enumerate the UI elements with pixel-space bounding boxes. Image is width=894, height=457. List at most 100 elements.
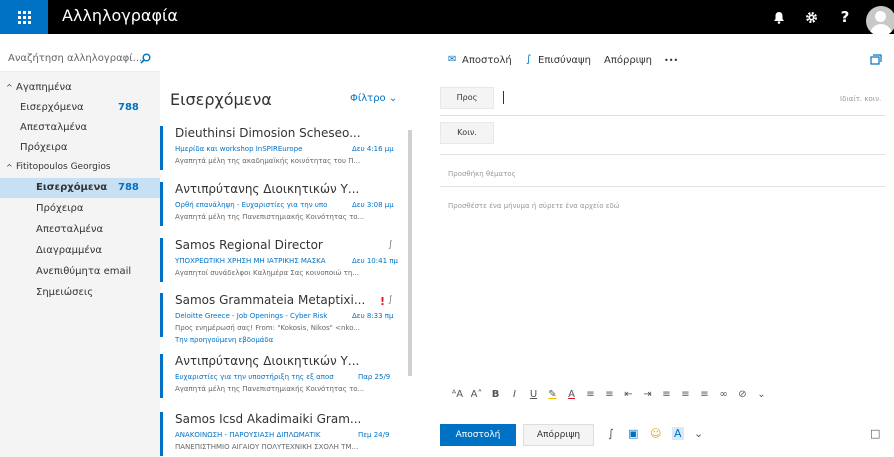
folder-junk[interactable]: Ανεπιθύμητα email	[0, 262, 160, 282]
command-discard[interactable]: Απόρριψη	[604, 55, 652, 66]
message-subject: ΑΝΑΚΟΙΝΩΣΗ - ΠΑΡΟΥΣΙΑΣΗ ΔΙΠΛΩΜΑΤΙΚ	[175, 431, 321, 439]
list-title: Εισερχόμενα	[170, 90, 272, 109]
discard-button[interactable]: Απόρριψη	[523, 424, 594, 446]
insert-picture-icon[interactable]: ▣	[628, 427, 638, 440]
format-text-icon[interactable]: A	[672, 427, 684, 440]
popout-icon[interactable]	[870, 54, 882, 65]
help-button[interactable]: ?	[830, 0, 860, 34]
send-icon: ✉	[448, 54, 457, 65]
align-right-icon[interactable]: ≡	[695, 389, 714, 407]
text-cursor	[503, 91, 504, 104]
folder-inbox[interactable]: Εισερχόμενα 788	[0, 178, 160, 198]
message-preview: Αγαπητά μέλη της ακαδημαϊκής κοινότητας …	[175, 157, 361, 165]
unread-indicator	[160, 412, 163, 456]
message-subject: Ορθή επανάληψη - Ευχαριστίες για την υπο	[175, 201, 328, 209]
search-input[interactable]: Αναζήτηση αλληλογραφί...	[8, 53, 142, 64]
message-time: Δευ 3:08 μμ	[352, 201, 394, 209]
search-icon[interactable]	[140, 53, 151, 64]
message-time: Δευ 8:33 πμ	[352, 312, 394, 320]
attach-icon: ∫	[526, 54, 532, 65]
message-subject: ΥΠΟΧΡΕΩΤΙΚΗ ΧΡΗΣΗ ΜΗ ΙΑΤΡΙΚΗΣ ΜΑΣΚΑ	[175, 257, 326, 265]
popout-draft-icon[interactable]: □	[870, 427, 880, 440]
to-button[interactable]: Προς	[440, 87, 494, 109]
scrollbar-thumb[interactable]	[408, 130, 412, 376]
list-item[interactable]: Samos Icsd Akadimaiki Gram... ΑΝΑΚΟΙΝΩΣΗ…	[160, 412, 405, 456]
list-item[interactable]: Αντιπρύτανης Διοικητικών Υ... Ορθή επανά…	[160, 182, 405, 226]
unread-indicator	[160, 126, 163, 170]
cc-button[interactable]: Κοιν.	[440, 122, 494, 144]
chevron-down-icon: ⌄	[388, 93, 398, 104]
link-icon[interactable]: ∞	[714, 389, 733, 407]
message-time: Πεμ 24/9	[358, 431, 390, 439]
notifications-button[interactable]	[764, 0, 794, 34]
more-formatting-icon[interactable]: ⌄	[752, 389, 771, 407]
unread-indicator	[160, 354, 163, 398]
folder-favorite-drafts[interactable]: Πρόχειρα	[0, 138, 160, 158]
message-subject: Ευχαριστίες για την υποστήριξη της εξ απ…	[175, 373, 334, 381]
align-center-icon[interactable]: ≡	[676, 389, 695, 407]
folder-sent[interactable]: Απεσταλμένα	[0, 220, 160, 240]
field-divider	[440, 186, 885, 187]
bold-icon[interactable]: B	[486, 389, 505, 407]
folder-drafts[interactable]: Πρόχειρα	[0, 199, 160, 219]
message-sender: Αντιπρύτανης Διοικητικών Υ...	[175, 354, 360, 368]
message-sender: Samos Grammateia Metaptixi...	[175, 293, 366, 307]
message-sender: Dieuthinsi Dimosion Scheseo...	[175, 126, 361, 140]
bcc-link[interactable]: Ιδιαίτ. κοιν.	[840, 95, 881, 103]
favorites-heading[interactable]: ^ Αγαπημένα	[0, 78, 160, 98]
command-send[interactable]: Αποστολή	[462, 55, 512, 66]
message-preview: Αγαπητά μέλη της Πανεπιστημιακής Κοινότη…	[175, 385, 365, 393]
top-bar: Αλληλογραφία ?	[0, 0, 894, 36]
message-sender: Samos Regional Director	[175, 238, 323, 252]
unread-indicator	[160, 182, 163, 226]
send-button[interactable]: Αποστολή	[440, 424, 516, 446]
numbering-icon[interactable]: ≡	[600, 389, 619, 407]
paperclip-icon: ∫	[388, 240, 393, 250]
avatar[interactable]	[866, 6, 894, 36]
folder-favorite-inbox[interactable]: Εισερχόμενα 788	[0, 98, 160, 118]
folder-favorite-sent[interactable]: Απεσταλμένα	[0, 118, 160, 138]
list-item[interactable]: Dieuthinsi Dimosion Scheseo... Ημερίδα κ…	[160, 126, 405, 170]
high-importance-icon: !	[380, 295, 386, 308]
align-left-icon[interactable]: ≡	[657, 389, 676, 407]
collapse-icon: ^	[6, 163, 13, 172]
decrease-indent-icon[interactable]: ⇤	[619, 389, 638, 407]
increase-indent-icon[interactable]: ⇥	[638, 389, 657, 407]
folder-deleted[interactable]: Διαγραμμένα	[0, 241, 160, 261]
message-time: Παρ 25/9	[358, 373, 391, 381]
subject-input[interactable]: Προσθήκη θέματος	[448, 170, 516, 178]
message-subject: Deloitte Greece - Job Openings - Cyber R…	[175, 312, 328, 320]
unlink-icon[interactable]: ⊘	[733, 389, 752, 407]
chevron-down-icon[interactable]: ⌄	[694, 427, 703, 440]
body-input[interactable]: Προσθέστε ένα μήνυμα ή σύρετε ένα αρχείο…	[448, 202, 620, 210]
bell-icon	[774, 11, 784, 24]
list-item[interactable]: Samos Regional Director ∫ ΥΠΟΧΡΕΩΤΙΚΗ ΧΡ…	[160, 238, 405, 282]
list-item[interactable]: Αντιπρύτανης Διοικητικών Υ... Ευχαριστίε…	[160, 354, 405, 398]
grow-font-icon[interactable]: A˄	[467, 389, 486, 407]
command-attach[interactable]: Επισύναψη	[538, 55, 591, 66]
italic-icon[interactable]: I	[505, 389, 524, 407]
bullets-icon[interactable]: ≡	[581, 389, 600, 407]
font-size-icon[interactable]: ᴬA	[448, 389, 467, 407]
highlight-icon[interactable]: ✎	[543, 389, 562, 407]
folder-notes[interactable]: Σημειώσεις	[0, 283, 160, 303]
more-button[interactable]: •••	[664, 56, 678, 65]
message-preview: Αγαπητοί συνάδελφοι Καλημέρα Σας κοινοπο…	[175, 269, 359, 277]
account-heading[interactable]: ^ Fititopoulos Georgios	[0, 158, 160, 178]
list-item[interactable]: Samos Grammateia Metaptixi... ! ∫ Deloit…	[160, 293, 405, 337]
filter-button[interactable]: Φίλτρο ⌄	[350, 93, 397, 104]
font-color-icon[interactable]: A	[562, 389, 581, 407]
search-box[interactable]: Αναζήτηση αλληλογραφί...	[0, 46, 160, 72]
command-bar: ✉ Αποστολή ∫ Επισύναψη Απόρριψη •••	[160, 46, 894, 74]
message-preview: Προς ενημέρωσή σας! From: "Kokosis, Niko…	[175, 324, 361, 332]
folder-pane: ^ Αγαπημένα Εισερχόμενα 788 Απεσταλμένα …	[0, 72, 160, 457]
app-launcher-button[interactable]	[0, 0, 48, 34]
message-time: Δευ 4:16 μμ	[352, 145, 394, 153]
field-divider	[440, 115, 885, 116]
attach-icon[interactable]: ∫	[608, 427, 614, 440]
underline-icon[interactable]: U	[524, 389, 543, 407]
message-subject: Ημερίδα και workshop InSPIREurope	[175, 145, 303, 153]
emoji-icon[interactable]: ☺	[650, 427, 661, 440]
settings-button[interactable]	[796, 0, 826, 34]
message-list: Εισερχόμενα Φίλτρο ⌄ Dieuthinsi Dimosion…	[160, 74, 415, 457]
